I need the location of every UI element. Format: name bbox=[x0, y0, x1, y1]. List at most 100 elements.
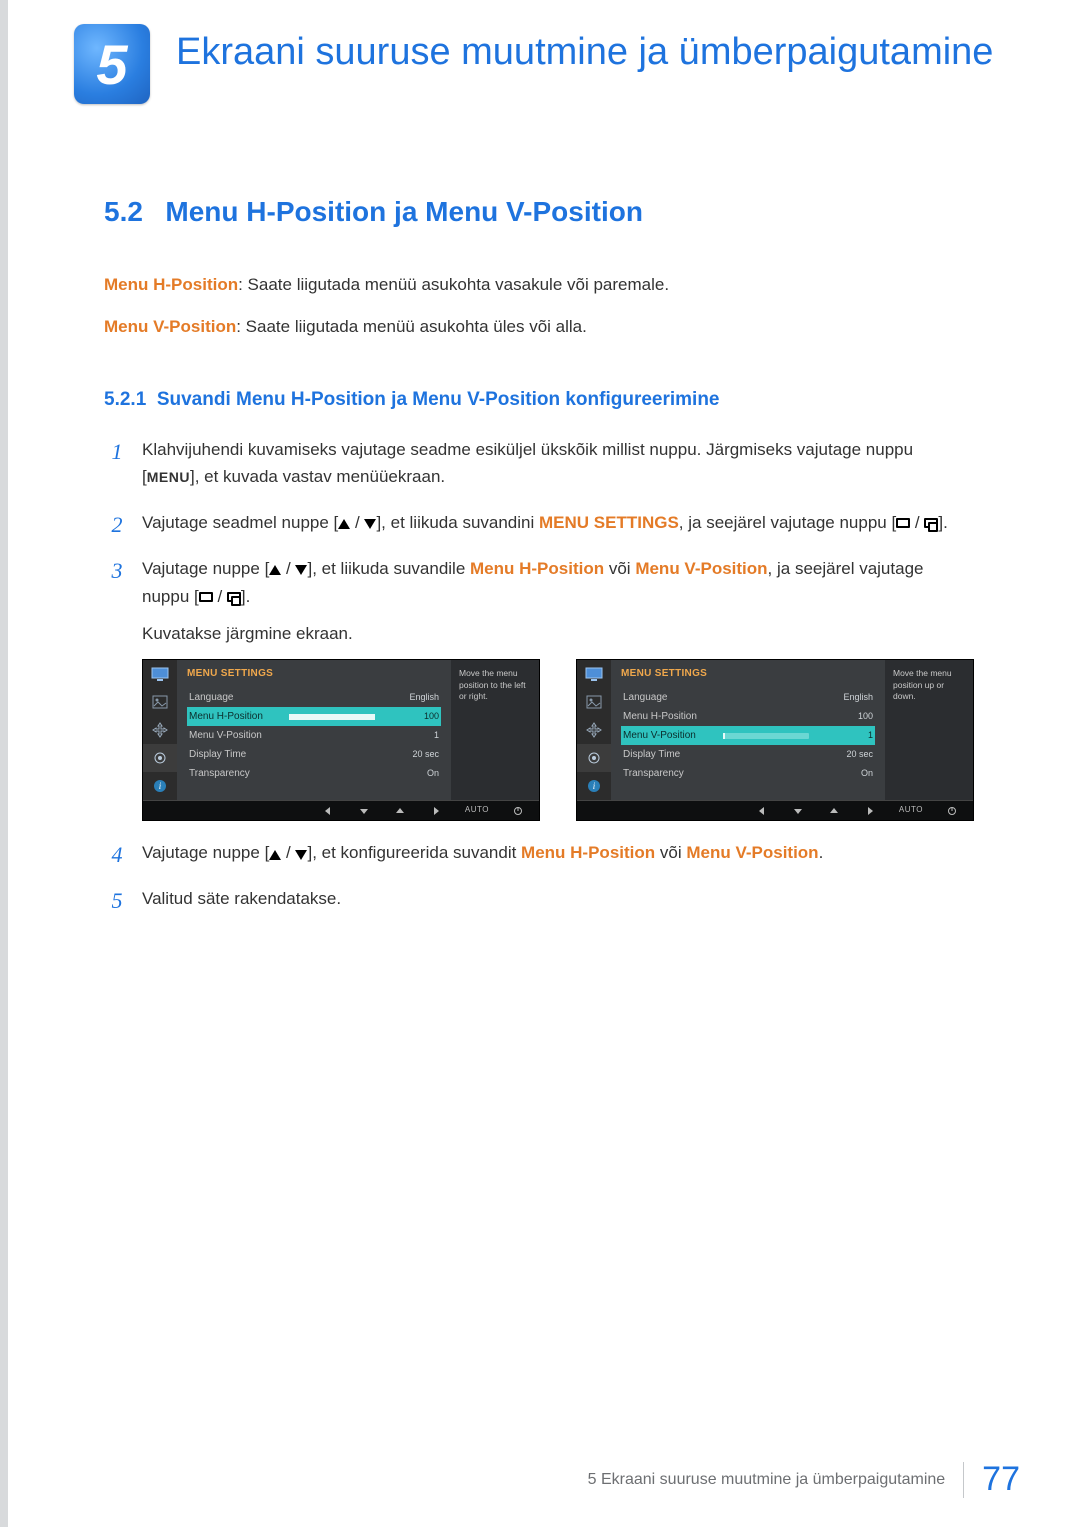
osd-row-transparency: TransparencyOn bbox=[187, 764, 441, 783]
section-body: 5.2 Menu H-Position ja Menu V-Position M… bbox=[104, 196, 974, 930]
step-3-b: ], et liikuda suvandile bbox=[307, 559, 470, 578]
v-pos-label: Menu V-Position bbox=[686, 843, 818, 862]
osd-row-transparency: TransparencyOn bbox=[621, 764, 875, 783]
osd-row-display-time: Display Time20 sec bbox=[621, 745, 875, 764]
steps-list: 1 Klahvijuhendi kuvamiseks vajutage sead… bbox=[104, 436, 974, 912]
auto-label: AUTO bbox=[465, 804, 489, 817]
step-number: 4 bbox=[104, 837, 130, 872]
slider-icon bbox=[289, 714, 375, 720]
up-icon bbox=[338, 509, 350, 536]
page: 5 Ekraani suuruse muutmine ja ümberpaigu… bbox=[0, 0, 1080, 1527]
step-number: 2 bbox=[104, 507, 130, 542]
down-icon bbox=[791, 805, 805, 817]
intro-h: Menu H-Position: Saate liigutada menüü a… bbox=[104, 272, 974, 298]
osd-main: MENU SETTINGS LanguageEnglish Menu H-Pos… bbox=[611, 660, 885, 800]
source-icon bbox=[896, 518, 910, 528]
page-margin-line bbox=[0, 0, 8, 1527]
osd-tooltip: Move the menu position up or down. bbox=[885, 660, 973, 800]
monitor-icon bbox=[577, 660, 611, 688]
page-footer: 5 Ekraani suuruse muutmine ja ümberpaigu… bbox=[0, 1460, 1080, 1499]
step-2: 2 Vajutage seadmel nuppe [ / ], et liiku… bbox=[104, 509, 974, 537]
osd-title: MENU SETTINGS bbox=[621, 666, 875, 682]
osd-tooltip: Move the menu position to the left or ri… bbox=[451, 660, 539, 800]
osd-screenshot-v: i MENU SETTINGS LanguageEnglish Menu H-P… bbox=[576, 659, 974, 821]
intro-h-label: Menu H-Position bbox=[104, 275, 238, 294]
picture-icon bbox=[577, 688, 611, 716]
gear-icon bbox=[143, 744, 177, 772]
right-icon bbox=[863, 805, 877, 817]
up-icon bbox=[393, 805, 407, 817]
step-4: 4 Vajutage nuppe [ / ], et konfigureerid… bbox=[104, 839, 974, 867]
info-icon: i bbox=[577, 772, 611, 800]
osd-row-language: LanguageEnglish bbox=[187, 688, 441, 707]
left-icon bbox=[755, 805, 769, 817]
step-4-or: või bbox=[655, 843, 686, 862]
step-5: 5 Valitud säte rakendatakse. bbox=[104, 885, 974, 912]
osd-row-v-pos: Menu V-Position1 bbox=[621, 726, 875, 745]
step-2-b: ], et liikuda suvandini bbox=[376, 513, 539, 532]
osd-list: LanguageEnglish Menu H-Position100 Menu … bbox=[187, 688, 441, 783]
page-number: 77 bbox=[982, 1460, 1020, 1499]
menu-settings-label: MENU SETTINGS bbox=[539, 513, 679, 532]
step-3-or: või bbox=[604, 559, 635, 578]
step-4-b: ], et konfigureerida suvandit bbox=[307, 843, 521, 862]
intro-v-label: Menu V-Position bbox=[104, 317, 236, 336]
slider-icon bbox=[723, 733, 809, 739]
section-intro: Menu H-Position: Saate liigutada menüü a… bbox=[104, 272, 974, 912]
osd-main: MENU SETTINGS LanguageEnglish Menu H-Pos… bbox=[177, 660, 451, 800]
osd-row-h-pos: Menu H-Position100 bbox=[187, 707, 441, 726]
down-icon bbox=[357, 805, 371, 817]
osd-nav: i bbox=[143, 660, 177, 800]
auto-label: AUTO bbox=[899, 804, 923, 817]
chapter-title: Ekraani suuruse muutmine ja ümberpaiguta… bbox=[176, 30, 996, 76]
chapter-badge: 5 bbox=[74, 24, 150, 104]
power-icon bbox=[511, 805, 525, 817]
move-icon bbox=[143, 716, 177, 744]
h-pos-label: Menu H-Position bbox=[521, 843, 655, 862]
monitor-icon bbox=[143, 660, 177, 688]
intro-h-desc: : Saate liigutada menüü asukohta vasakul… bbox=[238, 275, 669, 294]
step-3-e: Kuvatakse järgmine ekraan. bbox=[142, 620, 974, 647]
osd-screenshot-h: i MENU SETTINGS LanguageEnglish Menu H-P… bbox=[142, 659, 540, 821]
down-icon bbox=[295, 556, 307, 583]
power-icon bbox=[945, 805, 959, 817]
osd-row-h-pos: Menu H-Position100 bbox=[621, 707, 875, 726]
up-icon bbox=[827, 805, 841, 817]
step-number: 5 bbox=[104, 883, 130, 918]
source-icon bbox=[199, 592, 213, 602]
up-icon bbox=[269, 556, 281, 583]
footer-separator bbox=[963, 1462, 964, 1498]
osd-title: MENU SETTINGS bbox=[187, 666, 441, 682]
step-5-text: Valitud säte rakendatakse. bbox=[142, 889, 341, 908]
osd-list: LanguageEnglish Menu H-Position100 Menu … bbox=[621, 688, 875, 783]
osd-button-bar: AUTO bbox=[143, 800, 539, 820]
enter-icon bbox=[227, 592, 241, 602]
step-3-d: ]. bbox=[241, 587, 250, 606]
down-icon bbox=[364, 509, 376, 536]
info-icon: i bbox=[143, 772, 177, 800]
step-2-a: Vajutage seadmel nuppe [ bbox=[142, 513, 338, 532]
step-number: 3 bbox=[104, 553, 130, 588]
step-1: 1 Klahvijuhendi kuvamiseks vajutage sead… bbox=[104, 436, 974, 490]
osd-row: i MENU SETTINGS LanguageEnglish Menu H-P… bbox=[142, 659, 974, 821]
footer-text: 5 Ekraani suuruse muutmine ja ümberpaigu… bbox=[588, 1471, 946, 1489]
section-heading: 5.2 Menu H-Position ja Menu V-Position bbox=[104, 196, 974, 228]
down-icon bbox=[295, 840, 307, 867]
osd-row-v-pos: Menu V-Position1 bbox=[187, 726, 441, 745]
up-icon bbox=[269, 840, 281, 867]
chapter-number: 5 bbox=[96, 32, 127, 97]
menu-key-icon: MENU bbox=[147, 469, 190, 485]
v-pos-label: Menu V-Position bbox=[635, 559, 767, 578]
osd-row-language: LanguageEnglish bbox=[621, 688, 875, 707]
move-icon bbox=[577, 716, 611, 744]
subsection-title: Suvandi Menu H-Position ja Menu V-Positi… bbox=[157, 389, 720, 410]
step-number: 1 bbox=[104, 434, 130, 469]
right-icon bbox=[429, 805, 443, 817]
enter-icon bbox=[924, 518, 938, 528]
step-3: 3 Vajutage nuppe [ / ], et liikuda suvan… bbox=[104, 555, 974, 821]
step-1-b: ], et kuvada vastav menüüekraan. bbox=[190, 467, 445, 486]
osd-row-display-time: Display Time20 sec bbox=[187, 745, 441, 764]
osd-nav: i bbox=[577, 660, 611, 800]
step-4-c: . bbox=[819, 843, 824, 862]
step-2-c: , ja seejärel vajutage nuppu [ bbox=[679, 513, 896, 532]
